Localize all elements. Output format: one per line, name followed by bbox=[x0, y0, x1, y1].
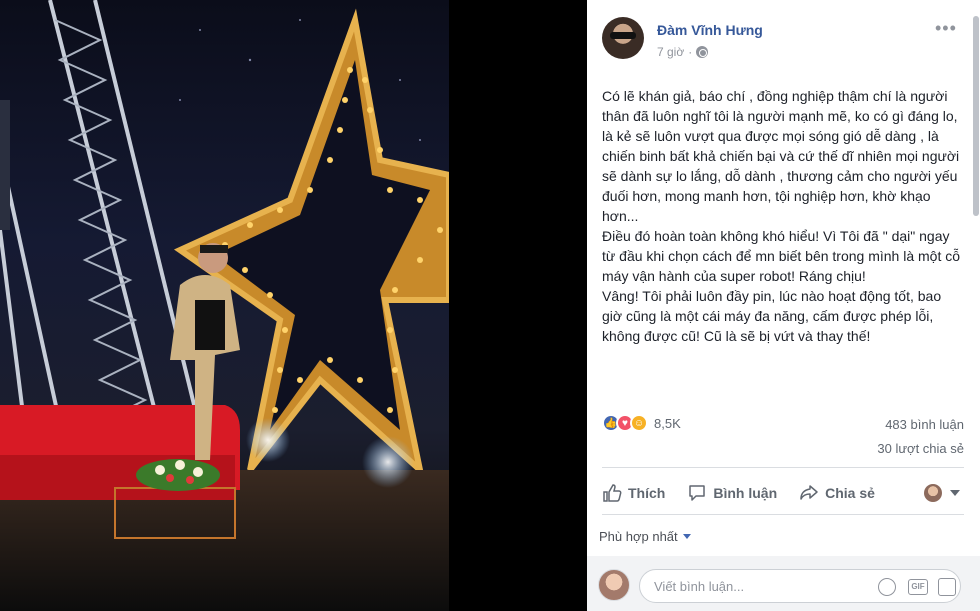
user-avatar bbox=[598, 569, 630, 601]
author-avatar[interactable] bbox=[602, 17, 644, 59]
chevron-down-icon[interactable] bbox=[950, 490, 960, 496]
author-name[interactable]: Đàm Vĩnh Hưng bbox=[657, 22, 763, 38]
comments-count[interactable]: 483 bình luận bbox=[885, 417, 964, 432]
comment-label: Bình luận bbox=[713, 485, 778, 501]
thumbs-up-icon bbox=[603, 484, 622, 502]
post-panel: Đàm Vĩnh Hưng 7 giờ · ••• Có lẽ khán giả… bbox=[587, 0, 980, 611]
reaction-count[interactable]: 8,5K bbox=[654, 416, 681, 431]
post-paragraph: Vâng! Tôi phải luôn đầy pin, lúc nào hoạ… bbox=[602, 288, 942, 344]
comment-sort-dropdown[interactable]: Phù hợp nhất bbox=[599, 529, 691, 544]
post-paragraph: Có lẽ khán giả, báo chí , đồng nghiệp th… bbox=[602, 88, 960, 224]
scrollbar-thumb[interactable] bbox=[973, 16, 979, 216]
page-selector-avatar[interactable] bbox=[924, 484, 942, 502]
reactions-summary[interactable]: 👍 ♥ ☺ 8,5K bbox=[602, 414, 681, 432]
photo-letterbox bbox=[449, 0, 587, 611]
like-label: Thích bbox=[628, 485, 666, 501]
comment-composer: Viết bình luận... GIF bbox=[587, 556, 980, 611]
comment-icon bbox=[689, 485, 706, 501]
post-photo[interactable] bbox=[0, 0, 449, 611]
emoji-icon[interactable] bbox=[878, 578, 896, 596]
comment-button[interactable]: Bình luận bbox=[687, 483, 777, 503]
like-button[interactable]: Thích bbox=[602, 483, 665, 503]
dot-separator: · bbox=[688, 45, 693, 59]
stage-scene-image bbox=[0, 0, 449, 611]
sort-label: Phù hợp nhất bbox=[599, 529, 678, 544]
post-meta: 7 giờ · bbox=[657, 45, 709, 59]
action-bar: Thích Bình luận Chia sẻ bbox=[602, 478, 964, 508]
divider bbox=[602, 467, 964, 468]
shares-count[interactable]: 30 lượt chia sẻ bbox=[877, 441, 964, 456]
sticker-icon[interactable] bbox=[938, 578, 956, 596]
post-text: Có lẽ khán giả, báo chí , đồng nghiệp th… bbox=[602, 86, 962, 346]
share-label: Chia sẻ bbox=[825, 485, 875, 501]
globe-icon bbox=[696, 46, 709, 58]
divider bbox=[602, 514, 964, 515]
post-paragraph: Điều đó hoàn toàn không khó hiểu! Vì Tôi… bbox=[602, 228, 961, 284]
post-time[interactable]: 7 giờ bbox=[657, 45, 684, 59]
care-reaction-icon: ☺ bbox=[630, 414, 648, 432]
caret-down-icon bbox=[682, 534, 691, 539]
more-options-icon[interactable]: ••• bbox=[935, 18, 957, 39]
share-icon bbox=[800, 485, 818, 500]
comment-input[interactable]: Viết bình luận... GIF bbox=[639, 569, 961, 603]
gif-icon[interactable]: GIF bbox=[908, 579, 928, 595]
share-button[interactable]: Chia sẻ bbox=[799, 483, 875, 503]
comment-placeholder: Viết bình luận... bbox=[654, 579, 745, 594]
